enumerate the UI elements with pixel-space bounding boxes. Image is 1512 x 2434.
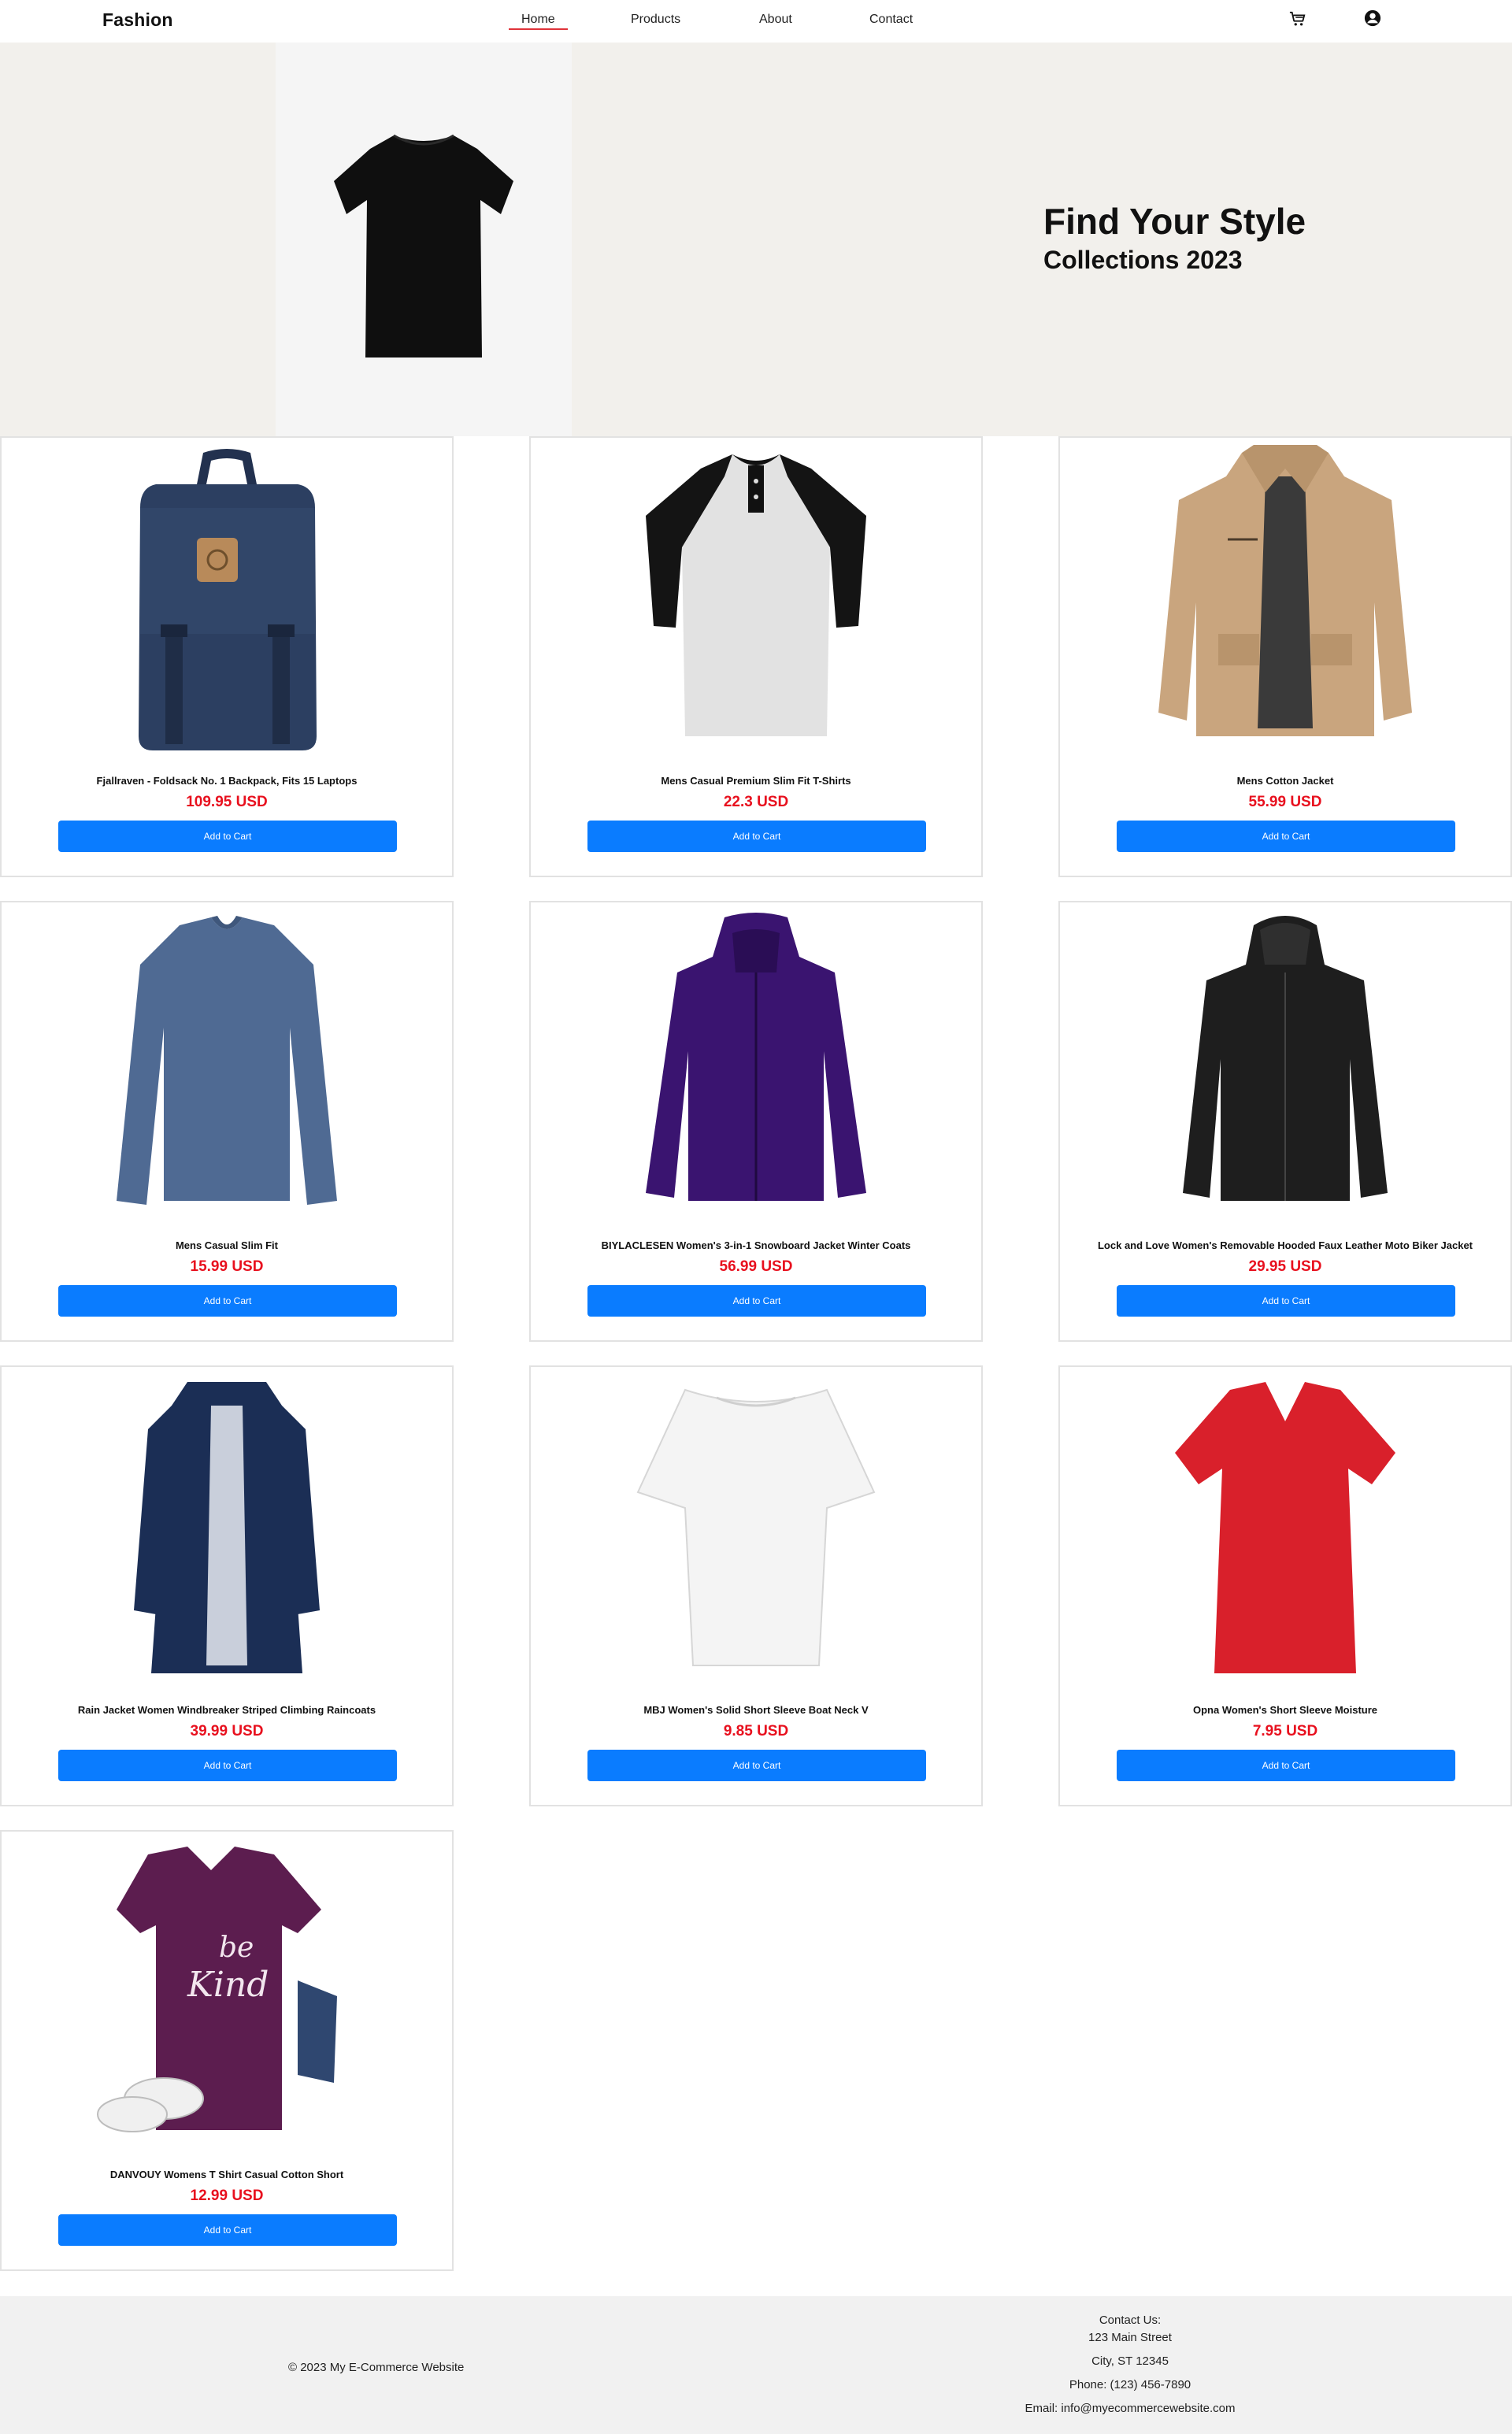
hero-subtitle: Collections 2023: [1043, 246, 1243, 274]
product-card[interactable]: Mens Cotton Jacket 55.99 USD Add to Cart: [1058, 436, 1512, 877]
product-title[interactable]: Rain Jacket Women Windbreaker Striped Cl…: [6, 1704, 447, 1716]
user-circle-icon[interactable]: [1363, 9, 1382, 28]
contact-phone: Phone: (123) 456-7890: [1069, 2378, 1191, 2391]
add-to-cart-button[interactable]: Add to Cart: [1117, 1285, 1455, 1317]
product-price: 55.99 USD: [1248, 794, 1322, 810]
raglan-henley-shirt-image: [531, 446, 981, 751]
add-to-cart-button[interactable]: Add to Cart: [58, 1750, 397, 1781]
nav-about[interactable]: About: [759, 13, 792, 27]
product-title[interactable]: Mens Casual Slim Fit: [6, 1239, 447, 1251]
product-card[interactable]: Fjallraven - Foldsack No. 1 Backpack, Fi…: [0, 436, 454, 877]
blue-longsleeve-shirt-image: [2, 910, 452, 1216]
hero-banner: Find Your Style Collections 2023: [0, 43, 1512, 436]
nav-active-underline: [509, 28, 568, 30]
product-price: 15.99 USD: [190, 1258, 264, 1275]
add-to-cart-button[interactable]: Add to Cart: [587, 821, 926, 852]
product-price: 39.99 USD: [190, 1723, 264, 1739]
product-title[interactable]: Mens Cotton Jacket: [1065, 775, 1506, 787]
add-to-cart-button[interactable]: Add to Cart: [58, 2214, 397, 2246]
hero-title: Find Your Style: [1043, 201, 1306, 242]
product-card[interactable]: Opna Women's Short Sleeve Moisture 7.95 …: [1058, 1365, 1512, 1806]
add-to-cart-button[interactable]: Add to Cart: [58, 821, 397, 852]
nav-contact[interactable]: Contact: [869, 13, 913, 27]
product-title[interactable]: Opna Women's Short Sleeve Moisture: [1065, 1704, 1506, 1716]
product-card[interactable]: Mens Casual Slim Fit 15.99 USD Add to Ca…: [0, 901, 454, 1342]
main-nav: Home Products About Contact: [0, 13, 1512, 31]
product-price: 7.95 USD: [1252, 1723, 1318, 1739]
contact-info: Contact Us: 123 Main Street City, ST 123…: [992, 2312, 1268, 2417]
hero-tshirt-image: [276, 43, 572, 436]
address-line-1: 123 Main Street: [1088, 2331, 1172, 2344]
product-price: 109.95 USD: [186, 794, 268, 810]
svg-text:be: be: [219, 1932, 254, 1964]
add-to-cart-button[interactable]: Add to Cart: [587, 1285, 926, 1317]
svg-text:Kind: Kind: [187, 1965, 269, 2005]
product-title[interactable]: MBJ Women's Solid Short Sleeve Boat Neck…: [536, 1704, 976, 1716]
nav-products[interactable]: Products: [631, 13, 680, 27]
contact-heading: Contact Us:: [1099, 2314, 1162, 2327]
product-card[interactable]: MBJ Women's Solid Short Sleeve Boat Neck…: [529, 1365, 983, 1806]
product-price: 22.3 USD: [723, 794, 789, 810]
white-boatneck-top-image: [531, 1375, 981, 1680]
copyright-text: © 2023 My E-Commerce Website: [288, 2361, 465, 2374]
product-title[interactable]: BIYLACLESEN Women's 3-in-1 Snowboard Jac…: [536, 1239, 976, 1251]
address-line-2: City, ST 12345: [1091, 2354, 1169, 2368]
product-card[interactable]: be Kind DANVOUY Womens T Shirt Casual Co…: [0, 1830, 454, 2271]
navy-raincoat-image: [2, 1375, 452, 1680]
product-price: 9.85 USD: [723, 1723, 789, 1739]
product-card[interactable]: BIYLACLESEN Women's 3-in-1 Snowboard Jac…: [529, 901, 983, 1342]
nav-home[interactable]: Home: [521, 13, 555, 27]
product-card[interactable]: Mens Casual Premium Slim Fit T-Shirts 22…: [529, 436, 983, 877]
product-price: 12.99 USD: [190, 2188, 264, 2204]
product-title[interactable]: Lock and Love Women's Removable Hooded F…: [1065, 1239, 1506, 1251]
product-card[interactable]: Rain Jacket Women Windbreaker Striped Cl…: [0, 1365, 454, 1806]
black-leather-jacket-image: [1060, 910, 1510, 1216]
contact-email[interactable]: Email: info@myecommercewebsite.com: [992, 2400, 1268, 2417]
product-title[interactable]: DANVOUY Womens T Shirt Casual Cotton Sho…: [6, 2169, 447, 2180]
add-to-cart-button[interactable]: Add to Cart: [58, 1285, 397, 1317]
red-vneck-tshirt-image: [1060, 1375, 1510, 1680]
add-to-cart-button[interactable]: Add to Cart: [1117, 1750, 1455, 1781]
product-card[interactable]: Lock and Love Women's Removable Hooded F…: [1058, 901, 1512, 1342]
product-price: 56.99 USD: [719, 1258, 793, 1275]
purple-snowboard-jacket-image: [531, 910, 981, 1216]
product-title[interactable]: Mens Casual Premium Slim Fit T-Shirts: [536, 775, 976, 787]
product-title[interactable]: Fjallraven - Foldsack No. 1 Backpack, Fi…: [6, 775, 447, 787]
add-to-cart-button[interactable]: Add to Cart: [587, 1750, 926, 1781]
purple-be-kind-tshirt-image: be Kind: [2, 1839, 452, 2145]
cart-icon[interactable]: [1288, 9, 1307, 28]
backpack-image: [2, 446, 452, 751]
khaki-cotton-jacket-image: [1060, 445, 1510, 751]
add-to-cart-button[interactable]: Add to Cart: [1117, 821, 1455, 852]
site-footer: © 2023 My E-Commerce Website Contact Us:…: [0, 2296, 1512, 2434]
site-header: Fashion Home Products About Contact: [0, 0, 1512, 43]
product-price: 29.95 USD: [1248, 1258, 1322, 1275]
